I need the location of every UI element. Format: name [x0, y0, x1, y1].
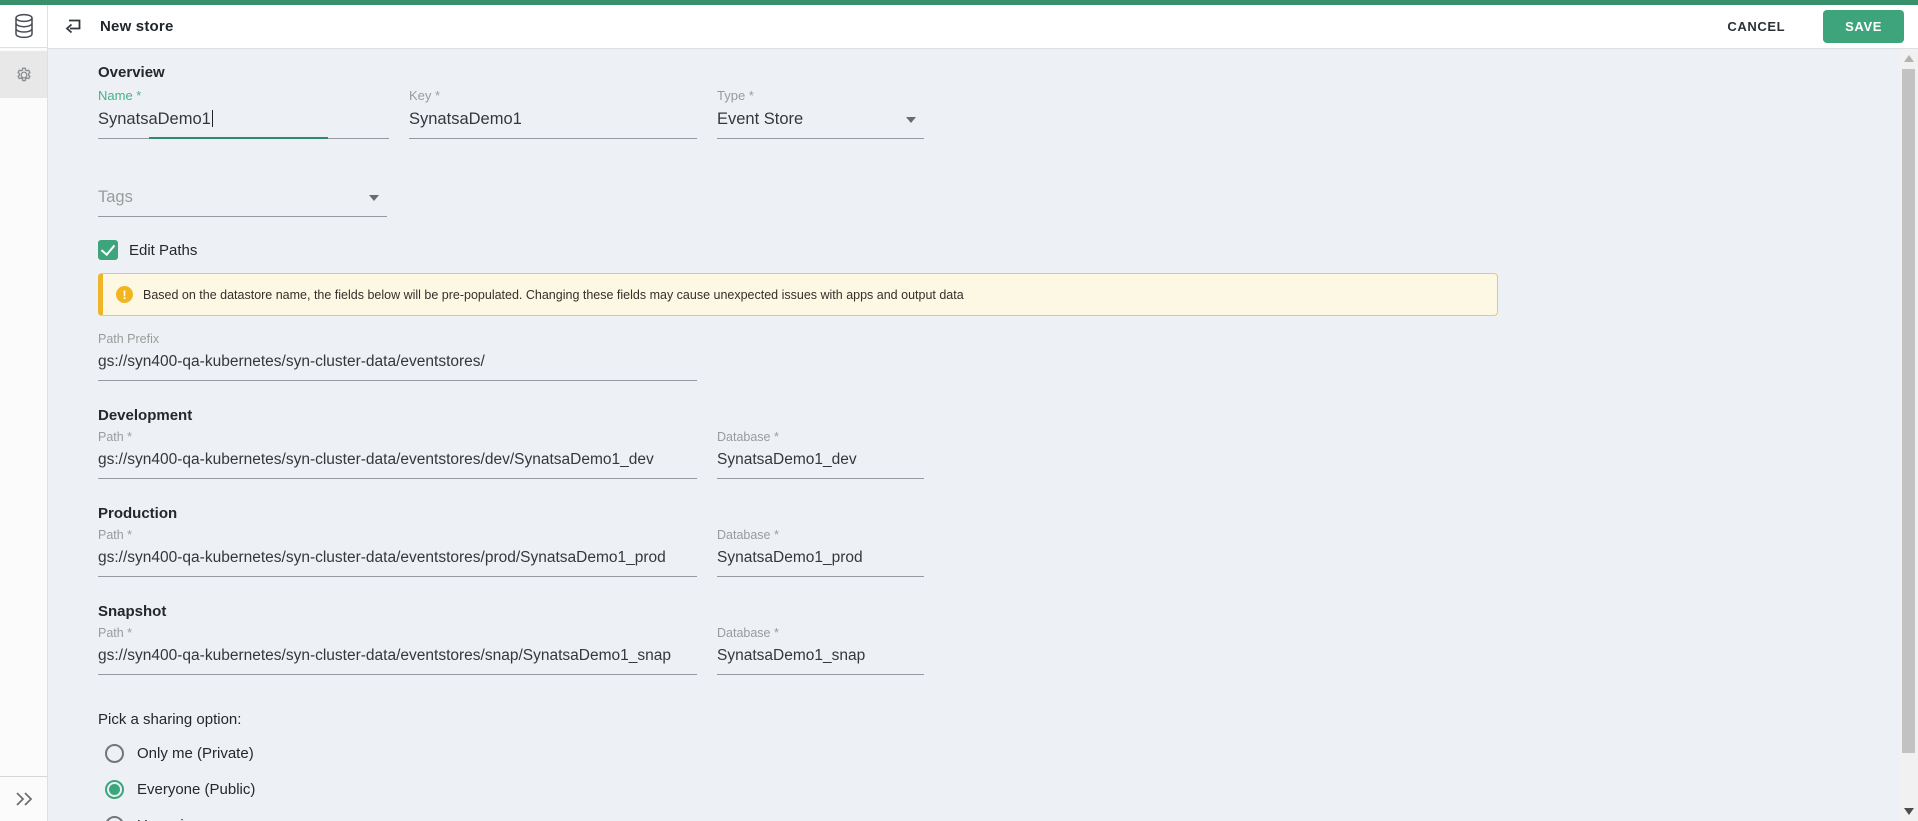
path-prefix-field[interactable]: Path Prefix gs://syn400-qa-kubernetes/sy… — [98, 332, 697, 381]
snapshot-database-field[interactable]: Database * SynatsaDemo1_snap — [717, 626, 924, 675]
cancel-button[interactable]: CANCEL — [1711, 9, 1801, 44]
scroll-down-icon[interactable] — [1904, 808, 1914, 815]
radio-only-me[interactable]: Only me (Private) — [98, 742, 1558, 764]
radio-label: Everyone (Public) — [137, 781, 255, 798]
development-path-field[interactable]: Path * gs://syn400-qa-kubernetes/syn-clu… — [98, 430, 697, 479]
chevron-down-icon — [906, 117, 916, 123]
sidebar-item-settings[interactable] — [0, 51, 47, 98]
scroll-up-icon[interactable] — [1904, 55, 1914, 62]
path-label: Path * — [98, 626, 697, 640]
sidebar-expand-button[interactable] — [0, 776, 47, 821]
double-chevron-right-icon — [13, 790, 35, 808]
production-path-input[interactable]: gs://syn400-qa-kubernetes/syn-cluster-da… — [98, 549, 697, 576]
key-field[interactable]: Key * SynatsaDemo1 — [409, 88, 697, 139]
database-label: Database * — [717, 626, 924, 640]
back-button[interactable] — [60, 14, 86, 40]
development-path-input[interactable]: gs://syn400-qa-kubernetes/syn-cluster-da… — [98, 451, 697, 478]
radio-users-in-groups[interactable]: Users in groups — [98, 814, 1558, 821]
snapshot-path-field[interactable]: Path * gs://syn400-qa-kubernetes/syn-clu… — [98, 626, 697, 675]
production-path-field[interactable]: Path * gs://syn400-qa-kubernetes/syn-clu… — [98, 528, 697, 577]
name-label: Name * — [98, 88, 389, 103]
top-accent-strip — [0, 0, 1918, 5]
tags-placeholder: Tags — [98, 188, 387, 216]
key-input[interactable]: SynatsaDemo1 — [409, 110, 697, 138]
snapshot-heading: Snapshot — [98, 603, 1558, 620]
edit-paths-label: Edit Paths — [129, 242, 197, 259]
left-sidebar — [0, 5, 48, 821]
save-button[interactable]: SAVE — [1823, 10, 1904, 43]
edit-paths-checkbox[interactable] — [98, 240, 118, 260]
gear-icon — [15, 66, 33, 84]
path-label: Path * — [98, 528, 697, 542]
warning-text: Based on the datastore name, the fields … — [143, 288, 964, 302]
radio-label: Users in groups — [137, 817, 242, 821]
focus-underline — [149, 137, 328, 139]
radio-selected-icon — [105, 780, 124, 799]
database-label: Database * — [717, 528, 924, 542]
type-value: Event Store — [717, 110, 924, 138]
type-label: Type * — [717, 88, 924, 103]
production-database-field[interactable]: Database * SynatsaDemo1_prod — [717, 528, 924, 577]
edit-paths-toggle[interactable]: Edit Paths — [98, 240, 1558, 260]
development-database-field[interactable]: Database * SynatsaDemo1_dev — [717, 430, 924, 479]
snapshot-section: Snapshot Path * gs://syn400-qa-kubernete… — [98, 603, 1558, 675]
tags-select[interactable]: Tags — [98, 188, 387, 217]
radio-icon — [105, 744, 124, 763]
path-prefix-label: Path Prefix — [98, 332, 697, 346]
name-field[interactable]: Name * SynatsaDemo1 — [98, 88, 389, 139]
database-label: Database * — [717, 430, 924, 444]
warning-icon: ! — [116, 286, 133, 303]
page-title: New store — [100, 18, 174, 35]
production-heading: Production — [98, 505, 1558, 522]
snapshot-path-input[interactable]: gs://syn400-qa-kubernetes/syn-cluster-da… — [98, 647, 697, 674]
production-database-input[interactable]: SynatsaDemo1_prod — [717, 549, 924, 576]
overview-heading: Overview — [98, 64, 1558, 81]
sidebar-item-datastores[interactable] — [0, 5, 47, 48]
key-label: Key * — [409, 88, 697, 103]
name-input[interactable]: SynatsaDemo1 — [98, 110, 211, 128]
scrollbar-thumb[interactable] — [1902, 69, 1915, 753]
type-select[interactable]: Type * Event Store — [717, 88, 924, 139]
main-content: Overview Name * SynatsaDemo1 Key * Synat… — [48, 49, 1900, 821]
radio-label: Only me (Private) — [137, 745, 254, 762]
development-heading: Development — [98, 407, 1558, 424]
database-icon — [13, 13, 35, 39]
path-label: Path * — [98, 430, 697, 444]
vertical-scrollbar[interactable] — [1900, 49, 1918, 821]
warning-banner: ! Based on the datastore name, the field… — [98, 273, 1498, 316]
production-section: Production Path * gs://syn400-qa-kuberne… — [98, 505, 1558, 577]
radio-everyone[interactable]: Everyone (Public) — [98, 778, 1558, 800]
development-section: Development Path * gs://syn400-qa-kubern… — [98, 407, 1558, 479]
snapshot-database-input[interactable]: SynatsaDemo1_snap — [717, 647, 924, 674]
header-bar: New store CANCEL SAVE — [0, 5, 1918, 49]
text-caret — [212, 110, 213, 127]
back-arrow-icon — [62, 16, 84, 38]
sharing-prompt: Pick a sharing option: — [98, 711, 1558, 728]
path-prefix-input[interactable]: gs://syn400-qa-kubernetes/syn-cluster-da… — [98, 353, 697, 380]
chevron-down-icon — [369, 195, 379, 201]
radio-icon — [105, 816, 124, 821]
development-database-input[interactable]: SynatsaDemo1_dev — [717, 451, 924, 478]
